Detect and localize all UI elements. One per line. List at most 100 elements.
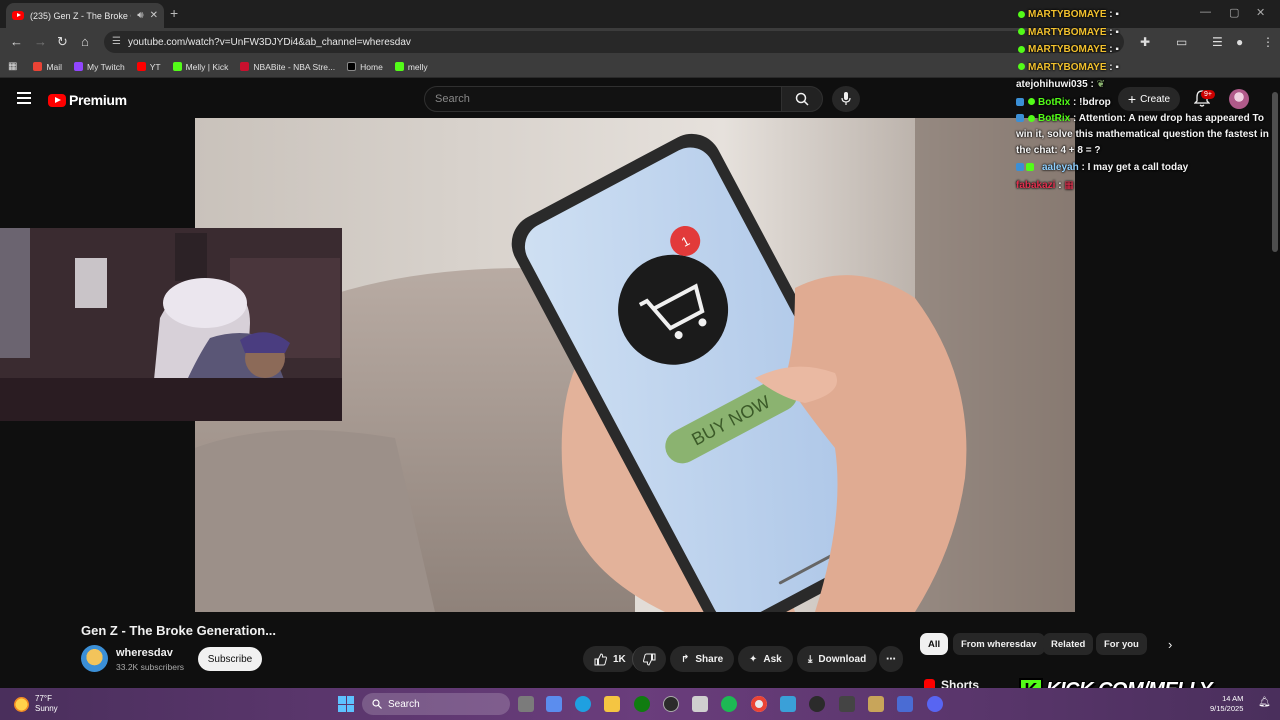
dislike-button[interactable]	[632, 646, 666, 672]
youtube-favicon-icon	[12, 11, 24, 20]
search-icon	[795, 92, 809, 106]
more-actions-button[interactable]: ⋯	[879, 646, 903, 672]
online-dot-icon	[1018, 10, 1025, 18]
obs-icon[interactable]	[663, 696, 679, 712]
voice-search-button[interactable]	[832, 86, 860, 112]
like-button[interactable]: 1K	[583, 646, 634, 672]
chat-username: BotRix	[1038, 113, 1071, 124]
search-button[interactable]	[781, 86, 823, 112]
clock-date: 9/15/2025	[1210, 704, 1244, 713]
ask-button[interactable]: ✦ Ask	[738, 646, 793, 672]
notification-center-icon[interactable]: 🔔︎	[1258, 697, 1271, 708]
more-horizontal-icon: ⋯	[886, 653, 896, 665]
twitch-icon	[74, 62, 84, 71]
bookmark-nbabite[interactable]: NBABite - NBA Stre...	[240, 62, 335, 72]
microphone-icon	[841, 92, 851, 105]
file-explorer-icon[interactable]	[604, 696, 620, 712]
chat-message: MARTYBOMAYE : ▪	[1016, 6, 1280, 24]
share-icon: ↱	[681, 653, 690, 665]
download-button[interactable]: ⤓ Download	[797, 646, 878, 672]
sparkle-icon: ✦	[749, 653, 758, 665]
channel-name[interactable]: wheresdav	[116, 647, 173, 659]
search-input[interactable]: Search	[424, 86, 782, 112]
bookmark-x-home[interactable]: Home	[347, 62, 383, 72]
back-icon[interactable]: ←	[10, 34, 23, 49]
close-tab-icon[interactable]: ✕	[150, 10, 158, 21]
youtube-premium-logo[interactable]: Premium	[48, 92, 127, 108]
xbox-icon[interactable]	[634, 696, 650, 712]
media-player-icon[interactable]	[809, 696, 825, 712]
hamburger-menu-icon[interactable]	[17, 92, 31, 104]
chat-text: !bdrop	[1079, 96, 1111, 108]
bookmark-melly[interactable]: melly	[394, 62, 428, 72]
chip-for-you[interactable]: For you	[1096, 633, 1147, 655]
system-clock[interactable]: 14 AM 9/15/2025	[1210, 694, 1243, 714]
terminal-icon[interactable]	[839, 696, 855, 712]
chat-text: I may get a call today	[1087, 162, 1189, 173]
chip-from-channel[interactable]: From wheresdav	[953, 633, 1045, 655]
windows-taskbar: 77°F Sunny Search 14 AM 9/15/2025 🔔︎	[0, 688, 1280, 720]
home-icon[interactable]: ⌂	[81, 34, 89, 49]
bookmark-twitch[interactable]: My Twitch	[74, 62, 125, 72]
chip-all[interactable]: All	[920, 633, 949, 655]
chat-message: MARTYBOMAYE : ▪	[1016, 41, 1280, 59]
chat-username: fabakazi	[1016, 179, 1056, 191]
search-icon	[372, 699, 382, 709]
youtube-icon	[136, 62, 146, 71]
chat-username: atejohihuwi035	[1016, 79, 1088, 90]
subscriber-count: 33.2K subscribers	[116, 662, 185, 672]
copilot-icon[interactable]	[546, 696, 562, 712]
chat-username: BotRix	[1038, 96, 1071, 108]
speaker-icon[interactable]: 🔊︎	[137, 10, 143, 21]
app-icon[interactable]	[868, 696, 884, 712]
chip-related[interactable]: Related	[1043, 633, 1094, 655]
chrome-icon[interactable]	[751, 696, 767, 712]
forward-icon[interactable]: →	[34, 34, 47, 49]
chevron-right-icon[interactable]: ›	[1168, 637, 1172, 652]
browser-tab-youtube[interactable]: (235) Gen Z - The Broke Ge 🔊︎ ✕	[6, 3, 164, 28]
gmail-icon	[33, 62, 43, 71]
windows-start-icon[interactable]	[338, 696, 354, 712]
store-icon[interactable]	[692, 696, 708, 712]
spotify-icon[interactable]	[721, 696, 737, 712]
address-bar[interactable]: ☰ youtube.com/watch?v=UnFW3DJYDi4&ab_cha…	[104, 31, 1124, 53]
task-view-icon[interactable]	[518, 696, 534, 712]
photos-icon[interactable]	[780, 696, 796, 712]
share-button[interactable]: ↱ Share	[670, 646, 735, 672]
kick-icon	[394, 62, 404, 71]
new-tab-button[interactable]: +	[170, 5, 178, 21]
taskbar-search-input[interactable]: Search	[362, 693, 510, 715]
weather-widget[interactable]: 77°F Sunny	[14, 694, 58, 714]
reload-icon[interactable]: ↻	[57, 34, 68, 50]
site-info-icon[interactable]: ☰	[112, 36, 121, 47]
apps-grid-icon[interactable]: ▦	[8, 61, 17, 72]
download-icon: ⤓	[808, 653, 813, 665]
thumbs-down-icon	[643, 653, 656, 666]
bot-badge-icon	[1016, 114, 1024, 123]
temperature: 77°F	[35, 694, 52, 703]
weather-condition: Sunny	[35, 704, 58, 713]
chat-message: BotRix : !bdrop	[1016, 94, 1280, 112]
sub-badge-icon	[1026, 163, 1034, 172]
webcam-overlay	[0, 228, 342, 421]
bot-badge-icon	[1016, 97, 1024, 106]
discord-icon[interactable]	[927, 696, 943, 712]
tab-title: (235) Gen Z - The Broke Ge	[30, 10, 132, 21]
clock-time: 14 AM	[1222, 694, 1244, 703]
bookmark-kick[interactable]: Melly | Kick	[172, 62, 228, 72]
chat-username: MARTYBOMAYE	[1028, 44, 1107, 55]
bookmark-mail[interactable]: Mail	[33, 62, 62, 72]
screen: (235) Gen Z - The Broke Ge 🔊︎ ✕ + — ▢ ✕ …	[0, 0, 1280, 720]
edge-icon[interactable]	[575, 696, 591, 712]
x-icon	[347, 62, 357, 71]
online-dot-icon	[1028, 114, 1035, 122]
vpn-icon[interactable]	[897, 696, 913, 712]
subscribe-button[interactable]: Subscribe	[198, 647, 262, 671]
chat-username: aaleyah	[1042, 162, 1079, 173]
thumbs-up-icon	[594, 652, 607, 665]
channel-avatar[interactable]	[81, 645, 108, 672]
chat-message: atejohihuwi035 : ❦	[1016, 79, 1105, 90]
online-dot-icon	[1018, 63, 1025, 71]
bookmark-yt[interactable]: YT	[136, 62, 161, 72]
webcam-feed	[0, 228, 342, 421]
